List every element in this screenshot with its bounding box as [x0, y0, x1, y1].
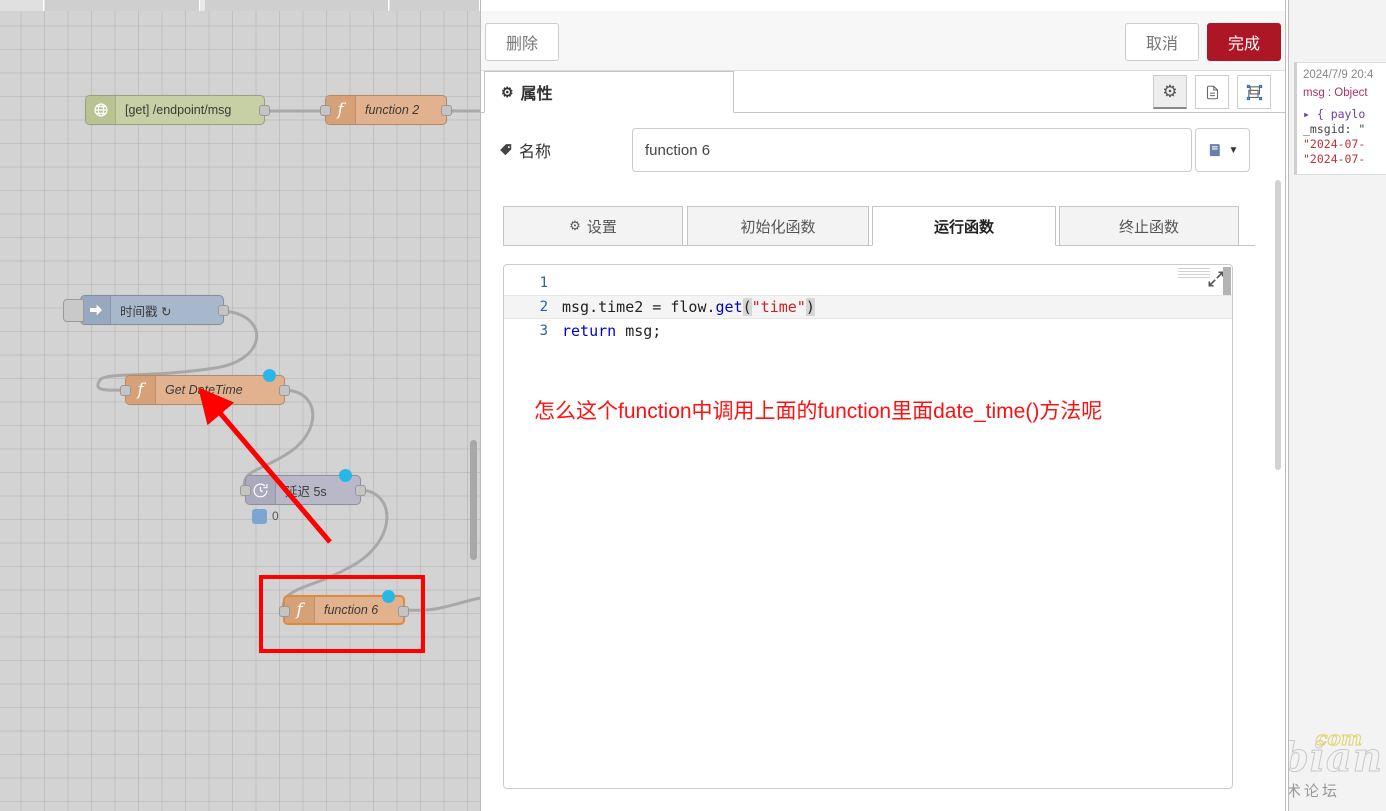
tab-on-message[interactable]: 运行函数: [872, 206, 1056, 246]
debug-topic: msg : Object: [1303, 87, 1368, 99]
name-label-text: 名称: [519, 144, 552, 161]
annotation-text: 怎么这个function中调用上面的function里面date_time()方…: [534, 400, 1103, 423]
code-token-open-paren: (: [742, 298, 752, 316]
node-label: 时间戳 ↻: [120, 304, 172, 319]
line-number: 2: [539, 299, 548, 315]
inject-trigger-button[interactable]: [63, 299, 84, 322]
dialog-header: 删除 取消 完成: [481, 11, 1285, 71]
code-token-keyword: return: [562, 322, 617, 340]
code-token-function: get: [715, 298, 743, 316]
gear-icon: ⚙: [501, 83, 514, 100]
node-delay[interactable]: 延迟 5s 0: [240, 469, 366, 524]
node-http-in[interactable]: [get] /endpoint/msg: [85, 95, 270, 125]
node-input-port[interactable]: [320, 105, 331, 116]
library-icon: [1209, 143, 1220, 156]
node-input-port[interactable]: [240, 485, 251, 496]
line-content: return msg;: [562, 322, 661, 340]
canvas-scrollbar[interactable]: [470, 440, 477, 560]
code-line: 3 return msg;: [504, 319, 1232, 343]
gear-icon: ⚙: [1162, 81, 1178, 101]
code-token-close-paren: ): [805, 298, 815, 316]
screen: [get] /endpoint/msg 𝑓 function 2 时间戳 ↻ 𝑓…: [0, 0, 1386, 811]
flow-tab[interactable]: [0, 0, 44, 11]
name-row: 名称 ▼: [481, 128, 1285, 174]
node-status-text: 0: [272, 509, 279, 523]
tab-on-start-label: 初始化函数: [740, 218, 816, 236]
inject-arrow-icon: [81, 296, 111, 324]
tab-on-start[interactable]: 初始化函数: [687, 206, 869, 246]
appearance-view-button[interactable]: [1237, 75, 1271, 109]
tab-properties-label: 属性: [520, 86, 553, 103]
tab-setup-label: 设置: [586, 218, 617, 236]
line-content: msg.time2 = flow.get("time"): [562, 298, 815, 316]
properties-view-button[interactable]: ⚙: [1153, 75, 1187, 109]
line-number: 3: [539, 323, 548, 339]
debug-sidebar: 2024/7/9 20:4 msg : Object ▸ { paylo _ms…: [1288, 0, 1386, 811]
function-tab-row: ⚙ 设置 初始化函数 运行函数 终止函数: [503, 206, 1255, 246]
node-output-port[interactable]: [355, 485, 366, 496]
tag-icon: [500, 144, 512, 156]
debug-timestamp: 2024/7/9 20:4: [1303, 69, 1374, 81]
annotation-highlight-box: [259, 575, 425, 653]
node-label: function 2: [365, 103, 420, 117]
code-token-rest: msg;: [616, 322, 662, 340]
debug-line: "2024-07-: [1303, 137, 1366, 151]
appearance-icon: [1246, 84, 1262, 100]
node-changed-indicator: [263, 369, 276, 382]
dialog-tab-row: ⚙ 属性 ⚙: [481, 71, 1285, 113]
node-inject[interactable]: 时间戳 ↻: [63, 295, 229, 325]
debug-line: "2024-07-: [1303, 152, 1366, 166]
description-view-button[interactable]: [1195, 75, 1229, 109]
chevron-down-icon: ▼: [1228, 144, 1239, 156]
node-output-port[interactable]: [441, 105, 452, 116]
line-number: 1: [539, 275, 548, 291]
dialog-scrollbar[interactable]: [1275, 180, 1281, 470]
code-token-property: msg.time2 = flow.: [562, 298, 716, 316]
watermark-suffix: com: [1315, 726, 1363, 751]
gear-icon: ⚙: [569, 218, 581, 233]
globe-icon: [86, 96, 116, 124]
cancel-button[interactable]: 取消: [1125, 23, 1199, 61]
node-label: [get] /endpoint/msg: [125, 103, 232, 117]
node-function-2[interactable]: 𝑓 function 2: [320, 95, 452, 125]
debug-message[interactable]: 2024/7/9 20:4 msg : Object ▸ { paylo _ms…: [1294, 62, 1386, 175]
code-line: 1: [504, 271, 1232, 295]
node-get-datetime[interactable]: 𝑓 Get DateTime: [120, 369, 290, 405]
canvas-grid: [0, 11, 480, 811]
flow-tab[interactable]: [45, 0, 200, 11]
code-token-string: "time": [751, 298, 806, 316]
delete-button[interactable]: 删除: [485, 23, 559, 61]
description-icon: [1206, 85, 1218, 99]
node-label: Get DateTime: [165, 383, 243, 397]
node-input-port[interactable]: [120, 385, 131, 396]
library-button[interactable]: ▼: [1195, 128, 1250, 172]
site-watermark: Hassbian com 瀚思彼岸技术论坛: [1288, 726, 1383, 801]
tab-properties[interactable]: ⚙ 属性: [484, 71, 734, 113]
tab-on-stop[interactable]: 终止函数: [1059, 206, 1239, 246]
flow-canvas[interactable]: [get] /endpoint/msg 𝑓 function 2 时间戳 ↻ 𝑓…: [0, 0, 480, 811]
flow-tab[interactable]: [390, 0, 480, 11]
name-input[interactable]: [632, 128, 1192, 172]
tab-on-message-label: 运行函数: [933, 218, 994, 236]
node-status-dot: [252, 509, 267, 524]
flow-tab-bar[interactable]: [0, 0, 480, 11]
node-output-port[interactable]: [279, 385, 290, 396]
debug-line[interactable]: ▸ { paylo: [1303, 107, 1384, 121]
done-button[interactable]: 完成: [1207, 23, 1281, 61]
watermark-title: Hassbian: [1288, 734, 1383, 781]
code-editor[interactable]: 1 2 msg.time2 = flow.get("time") 3 retur…: [503, 264, 1233, 789]
tab-setup[interactable]: ⚙ 设置: [503, 206, 683, 246]
watermark-subtitle: 瀚思彼岸技术论坛: [1289, 783, 1340, 800]
node-label: 延迟 5s: [285, 484, 327, 499]
debug-line: _msgid: ": [1303, 122, 1366, 136]
name-label-group: 名称: [499, 138, 551, 162]
node-edit-dialog: 删除 取消 完成 ⚙ 属性 ⚙ 名称 function 6 ▼ ⚙ 设置 初始化…: [480, 0, 1286, 811]
node-output-port[interactable]: [218, 305, 229, 316]
tab-on-stop-label: 终止函数: [1118, 218, 1179, 236]
node-changed-indicator: [339, 469, 352, 482]
node-output-port[interactable]: [259, 105, 270, 116]
code-line: 2 msg.time2 = flow.get("time"): [504, 295, 1232, 319]
flow-tab[interactable]: [205, 0, 389, 11]
